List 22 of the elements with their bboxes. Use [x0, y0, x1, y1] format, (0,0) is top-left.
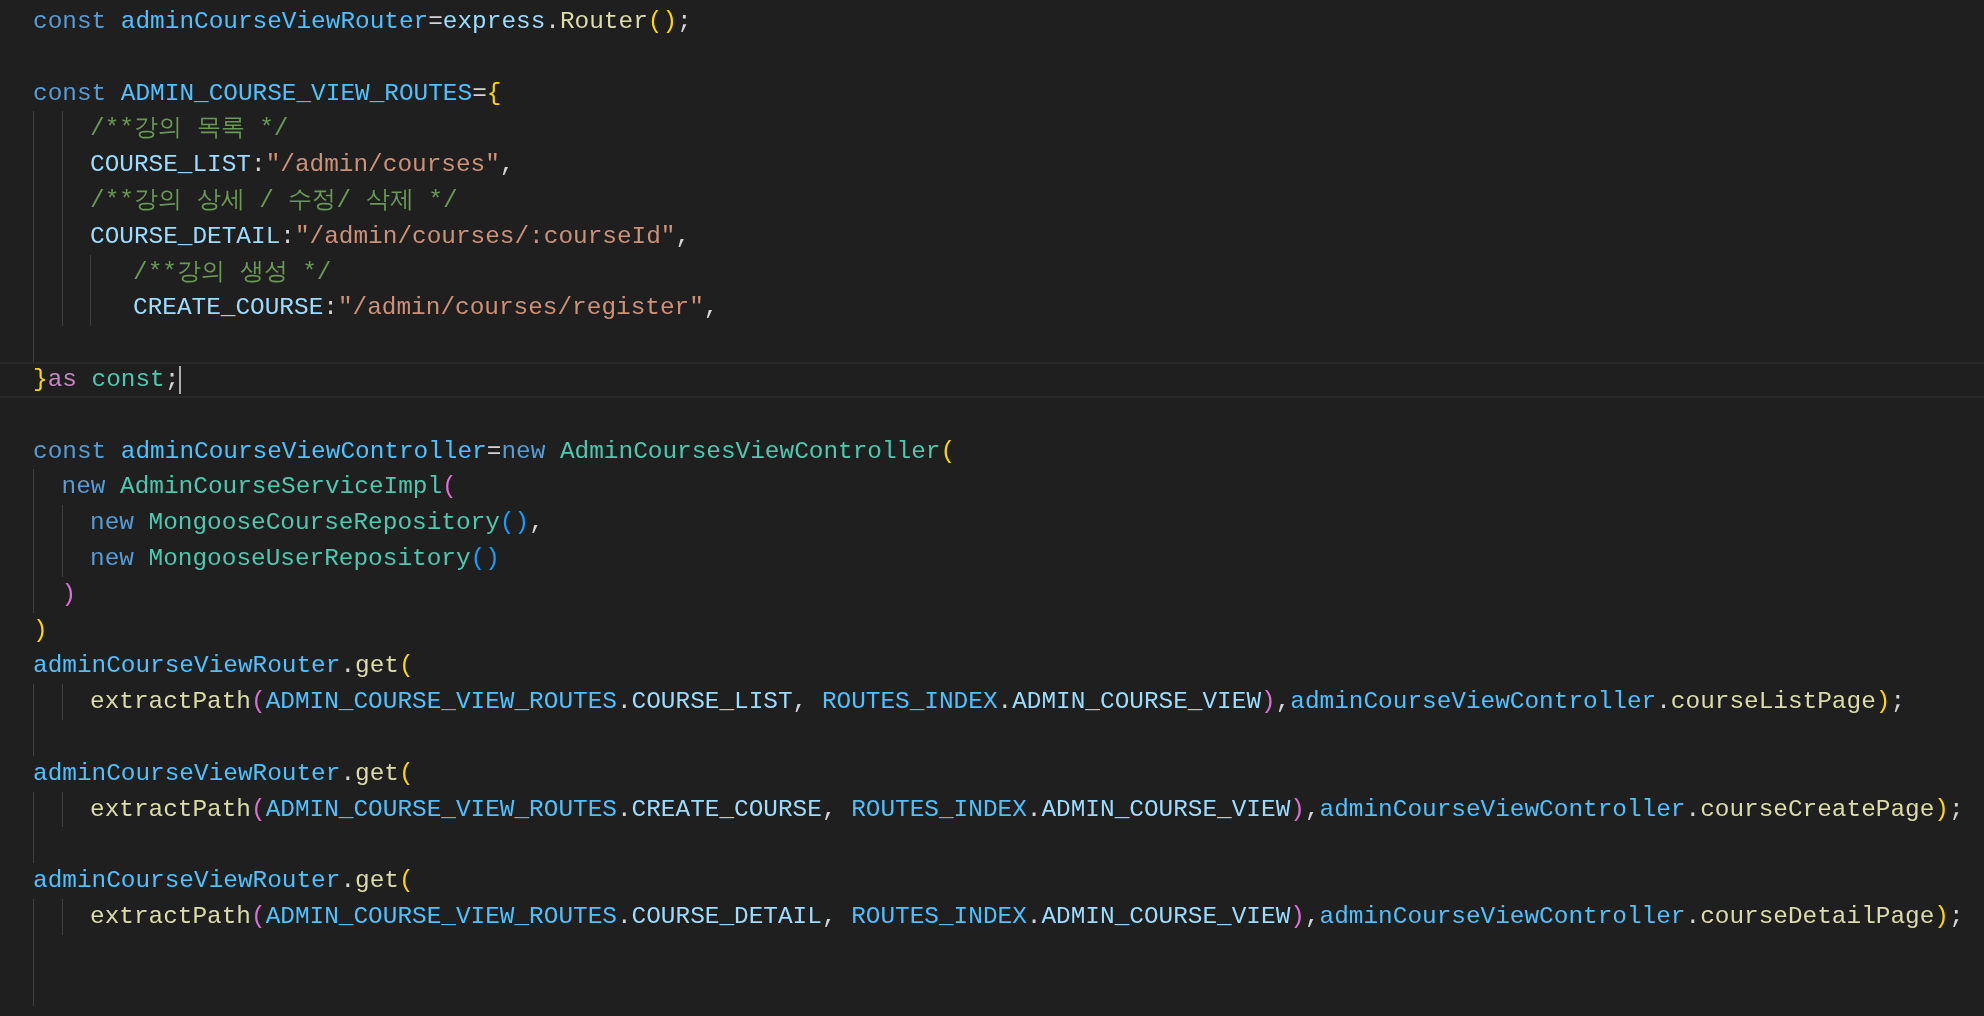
- code-line: COURSE_LIST:"/admin/courses",: [90, 150, 515, 181]
- code-comment: /**강의 생성 */: [133, 257, 332, 288]
- code-line: adminCourseViewRouter.get(: [33, 758, 414, 789]
- code-comment: /**강의 목록 */: [90, 114, 289, 145]
- code-comment: /**강의 상세 / 수정/ 삭제 */: [90, 186, 458, 216]
- code-line: const adminCourseViewController=new AdminCoursesViewController(: [33, 436, 956, 467]
- text-cursor: [179, 365, 182, 394]
- code-line: extractPath(ADMIN_COURSE_VIEW_ROUTES.COURSE_LIST, ROUTES_INDEX.ADMIN_COURSE_VIEW),adminCourseViewController.courseListPage);: [90, 687, 1906, 718]
- code-line: const ADMIN_COURSE_VIEW_ROUTES={: [33, 78, 502, 109]
- code-line: new MongooseUserRepository(): [90, 543, 500, 574]
- code-line: adminCourseViewRouter.get(: [33, 651, 414, 682]
- code-line: new AdminCourseServiceImpl(: [61, 472, 457, 503]
- code-line: ): [33, 615, 48, 646]
- code-line: extractPath(ADMIN_COURSE_VIEW_ROUTES.COURSE_DETAIL, ROUTES_INDEX.ADMIN_COURSE_VIEW),adminCourseViewController.courseDetailPage);: [90, 901, 1964, 932]
- code-line: adminCourseViewRouter.get(: [33, 866, 414, 897]
- code-line: }as const;: [33, 364, 180, 395]
- code-line: new MongooseCourseRepository(),: [90, 508, 544, 539]
- code-line: ): [61, 579, 77, 610]
- code-line: COURSE_DETAIL:"/admin/courses/:courseId",: [90, 221, 691, 252]
- code-line: extractPath(ADMIN_COURSE_VIEW_ROUTES.CREATE_COURSE, ROUTES_INDEX.ADMIN_COURSE_VIEW),adminCourseViewController.courseCreatePage);: [90, 794, 1964, 825]
- code-line: const adminCourseViewRouter=express.Router();: [33, 7, 692, 37]
- code-line: CREATE_COURSE:"/admin/courses/register",: [133, 293, 719, 324]
